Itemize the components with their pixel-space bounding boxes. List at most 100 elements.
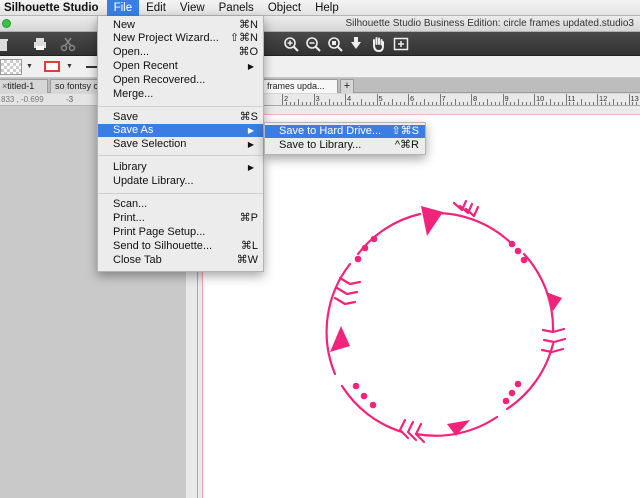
ruler-tick	[502, 94, 504, 105]
menu-item-label: Print...	[113, 212, 145, 224]
ruler-tick	[325, 102, 327, 105]
add-tab-button[interactable]: +	[340, 79, 354, 93]
chevron-down-icon[interactable]: ▼	[26, 63, 33, 70]
tab-label: so fontsy c	[55, 81, 98, 91]
menu-view[interactable]: View	[173, 0, 212, 16]
menu-item-send-to-silhouette[interactable]: Send to Silhouette... ⌘L	[98, 240, 263, 253]
ruler-tick	[400, 102, 402, 105]
ruler-tick	[396, 102, 398, 105]
menu-item-save[interactable]: Save ⌘S	[98, 111, 263, 124]
ruler-tick	[577, 102, 579, 105]
submenu-arrow-icon: ▶	[247, 62, 254, 71]
ruler-tick	[364, 102, 366, 105]
menu-item-label: Save As	[113, 124, 154, 136]
menu-item-save-as[interactable]: Save As ▶	[98, 124, 263, 137]
ruler-tick	[447, 102, 449, 105]
ruler-tick	[526, 102, 528, 105]
chevron-down-icon[interactable]: ▼	[66, 63, 73, 70]
shortcut-label: ⇧⌘N	[229, 32, 258, 44]
ruler-tick	[313, 94, 315, 105]
zoom-window-button[interactable]	[2, 19, 11, 28]
move-down-icon[interactable]	[348, 36, 364, 52]
cut-icon[interactable]	[60, 36, 76, 52]
ruler-tick	[360, 99, 362, 105]
ruler-tick	[321, 102, 323, 105]
fit-page-icon[interactable]	[393, 36, 409, 52]
submenu-arrow-icon: ▶	[247, 163, 254, 172]
menu-item-update-library[interactable]: Update Library...	[98, 175, 263, 188]
menu-item-open-recovered[interactable]: Open Recovered...	[98, 74, 263, 87]
ruler-tick	[356, 102, 358, 105]
menu-item-print[interactable]: Print... ⌘P	[98, 212, 263, 225]
menu-help[interactable]: Help	[308, 0, 346, 16]
ruler-tick	[392, 99, 394, 105]
ruler-tick	[632, 102, 634, 105]
fill-color-swatch[interactable]	[0, 59, 22, 75]
menu-item-save-selection[interactable]: Save Selection ▶	[98, 138, 263, 151]
ruler-tick	[439, 94, 441, 105]
menu-item-print-page-setup[interactable]: Print Page Setup...	[98, 226, 263, 239]
ruler-tick	[494, 102, 496, 105]
zoom-out-icon[interactable]	[305, 36, 321, 52]
menu-edit[interactable]: Edit	[139, 0, 173, 16]
ruler-tick	[510, 102, 512, 105]
ruler-tick	[345, 94, 346, 105]
ruler-tick	[612, 99, 614, 105]
ruler-tick	[459, 102, 461, 105]
menu-item-close-tab[interactable]: Close Tab ⌘W	[98, 254, 263, 267]
menu-item-open-recent[interactable]: Open Recent ▶	[98, 60, 263, 73]
ruler-tick	[293, 102, 295, 105]
tab-label: frames upda...	[267, 81, 325, 91]
menu-item-scan[interactable]: Scan...	[98, 198, 263, 211]
ruler-tick	[522, 102, 524, 105]
line-color-swatch[interactable]	[44, 61, 60, 72]
ruler-tick	[530, 102, 532, 105]
ruler-tick	[616, 102, 618, 105]
ruler-tick	[348, 102, 350, 105]
tab-untitled[interactable]: ×titled-1	[0, 79, 48, 93]
shortcut-label: ⌘P	[239, 212, 258, 224]
trash-icon[interactable]	[0, 36, 10, 52]
menu-file[interactable]: File	[106, 0, 140, 16]
ruler-tick	[600, 102, 602, 105]
menu-item-new-project-wizard[interactable]: New Project Wizard... ⇧⌘N	[98, 32, 263, 45]
menu-item-merge[interactable]: Merge...	[98, 88, 263, 101]
tab-so-fontsy[interactable]: so fontsy c	[50, 79, 98, 93]
app-name-menu[interactable]: Silhouette Studio	[0, 2, 107, 14]
ruler-tick	[431, 102, 433, 105]
zoom-selection-icon[interactable]	[327, 36, 343, 52]
property-bar: ▼ ▼	[0, 56, 640, 78]
ruler-tick	[297, 99, 299, 105]
menu-item-open[interactable]: Open... ⌘O	[98, 46, 263, 59]
ruler-tick	[545, 102, 547, 105]
ruler-tick	[408, 94, 409, 105]
menu-panels[interactable]: Panels	[212, 0, 261, 16]
tab-circle-frames[interactable]: frames upda...	[262, 79, 338, 93]
ruler-tick	[471, 94, 472, 105]
menu-item-save-to-library[interactable]: Save to Library... ^⌘R	[265, 139, 425, 152]
main-toolbar	[0, 32, 640, 56]
cursor-coordinates: 833 , -0.699	[1, 95, 44, 104]
ruler-tick	[628, 94, 630, 105]
print-icon[interactable]	[32, 36, 48, 52]
cut-border-line	[202, 114, 640, 115]
menu-item-label: New Project Wizard...	[113, 32, 219, 44]
ruler-tick	[589, 102, 591, 105]
ruler-tick	[608, 102, 610, 105]
design-page[interactable]	[202, 114, 640, 498]
submenu-arrow-icon: ▶	[247, 140, 254, 149]
zoom-in-icon[interactable]	[283, 36, 299, 52]
document-tab-bar: ×titled-1 so fontsy c frames upda... +	[0, 78, 640, 93]
menu-item-library[interactable]: Library ▶	[98, 161, 263, 174]
ruler-tick	[404, 102, 406, 105]
circle-arrows-design[interactable]	[202, 114, 640, 498]
pan-hand-icon[interactable]	[370, 36, 386, 52]
menu-item-save-to-hard-drive[interactable]: Save to Hard Drive... ⇧⌘S	[265, 125, 425, 138]
ruler-tick	[604, 102, 606, 105]
ruler-tick	[333, 102, 335, 105]
menu-bar: Silhouette Studio File Edit View Panels …	[0, 0, 640, 16]
ruler-tick	[329, 99, 331, 105]
window-title-bar: Silhouette Studio Business Edition: circ…	[0, 16, 640, 32]
menu-object[interactable]: Object	[261, 0, 308, 16]
menu-item-new[interactable]: New ⌘N	[98, 19, 263, 32]
